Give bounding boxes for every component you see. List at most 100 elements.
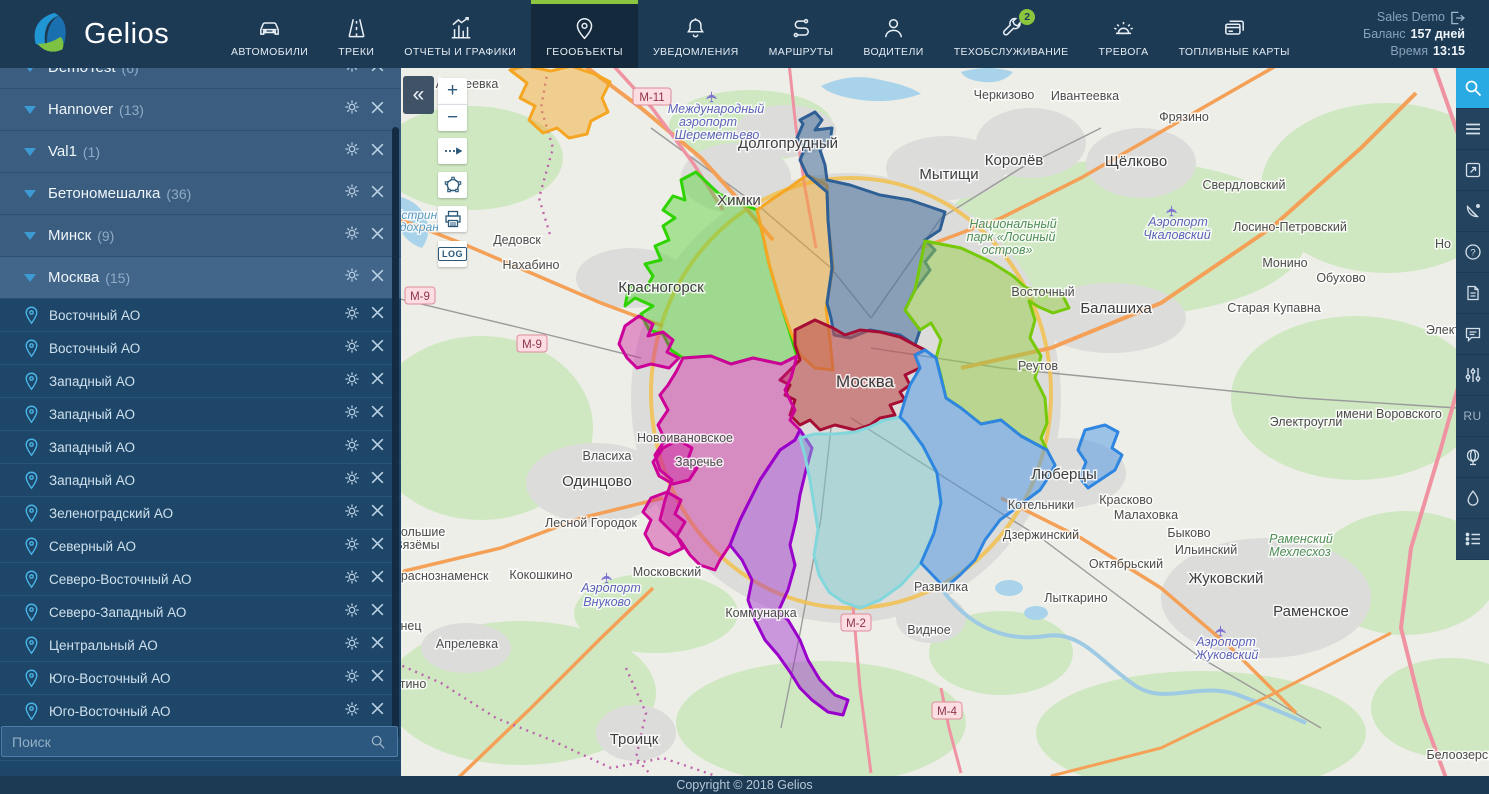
gear-icon[interactable]	[343, 601, 361, 624]
nav-item-alarm[interactable]: ТРЕВОГА	[1084, 0, 1164, 68]
collapse-sidebar-button[interactable]: «	[403, 76, 434, 114]
zoom-in-button[interactable]: +	[438, 78, 467, 104]
zoom-out-button[interactable]: −	[438, 104, 467, 131]
expand-triangle-icon[interactable]	[24, 68, 36, 72]
close-icon[interactable]	[370, 668, 385, 688]
nav-item-wrench[interactable]: ТЕХОБСЛУЖИВАНИЕ2	[939, 0, 1084, 68]
document-tool-button[interactable]	[1456, 273, 1489, 314]
geoobject-row[interactable]: Северо-Восточный АО	[0, 563, 401, 596]
filters-tool-button[interactable]	[1456, 355, 1489, 396]
close-icon[interactable]	[370, 569, 385, 589]
close-icon[interactable]	[370, 68, 385, 78]
nav-item-car[interactable]: АВТОМОБИЛИ	[216, 0, 323, 68]
geoobject-row[interactable]: Западный АО	[0, 431, 401, 464]
expand-triangle-icon[interactable]	[24, 274, 36, 282]
sidebar-scrollbar[interactable]	[392, 127, 399, 739]
group-row[interactable]: DemoTest(6)	[0, 68, 401, 89]
language-button[interactable]: RU	[1456, 396, 1489, 437]
gear-icon[interactable]	[343, 266, 361, 289]
draw-polygon-button[interactable]	[438, 172, 467, 198]
close-icon[interactable]	[370, 701, 385, 721]
geoobject-row[interactable]: Зеленоградский АО	[0, 497, 401, 530]
gear-icon[interactable]	[343, 403, 361, 426]
close-icon[interactable]	[370, 142, 385, 162]
nav-item-driver[interactable]: ВОДИТЕЛИ	[848, 0, 938, 68]
search-tool-button[interactable]	[1456, 68, 1489, 109]
measure-distance-button[interactable]	[438, 138, 467, 164]
close-icon[interactable]	[370, 100, 385, 120]
search-input[interactable]	[2, 734, 370, 750]
help-tool-button[interactable]: ?	[1456, 232, 1489, 273]
close-icon[interactable]	[370, 503, 385, 523]
nav-item-road[interactable]: ТРЕКИ	[323, 0, 389, 68]
group-row[interactable]: Бетономешалка(36)	[0, 173, 401, 215]
app-logo[interactable]: Gelios	[0, 0, 216, 68]
expand-tool-button[interactable]	[1456, 150, 1489, 191]
close-icon[interactable]	[370, 602, 385, 622]
group-row[interactable]: Минск(9)	[0, 215, 401, 257]
group-row[interactable]: Hannover(13)	[0, 89, 401, 131]
gear-icon[interactable]	[343, 98, 361, 121]
expand-triangle-icon[interactable]	[24, 106, 36, 114]
gear-icon[interactable]	[343, 140, 361, 163]
gear-icon[interactable]	[343, 634, 361, 657]
gear-icon[interactable]	[343, 304, 361, 327]
globe-tool-button[interactable]	[1456, 437, 1489, 478]
map[interactable]: ✈✈✈✈ МоскваДолгопрудныйКоролёвМытищиЩёлк…	[401, 68, 1489, 776]
expand-triangle-icon[interactable]	[24, 190, 36, 198]
geoobject-row[interactable]: Восточный АО	[0, 299, 401, 332]
geoobject-row[interactable]: Западный АО	[0, 398, 401, 431]
satellite-tool-button[interactable]	[1456, 191, 1489, 232]
gear-icon[interactable]	[343, 182, 361, 205]
group-row[interactable]: Val1(1)	[0, 131, 401, 173]
geoobject-row[interactable]: Центральный АО	[0, 629, 401, 662]
nav-item-bell[interactable]: УВЕДОМЛЕНИЯ	[638, 0, 754, 68]
print-button[interactable]	[438, 206, 467, 232]
gear-icon[interactable]	[343, 224, 361, 247]
geoobject-row[interactable]: Юго-Восточный АО	[0, 695, 401, 728]
expand-triangle-icon[interactable]	[24, 148, 36, 156]
gear-icon[interactable]	[343, 370, 361, 393]
close-icon[interactable]	[370, 371, 385, 391]
nav-item-route[interactable]: МАРШРУТЫ	[754, 0, 849, 68]
close-icon[interactable]	[370, 536, 385, 556]
close-icon[interactable]	[370, 437, 385, 457]
nav-item-cards[interactable]: ТОПЛИВНЫЕ КАРТЫ	[1164, 0, 1305, 68]
gear-icon[interactable]	[343, 469, 361, 492]
map-canvas[interactable]: ✈✈✈✈ МоскваДолгопрудныйКоролёвМытищиЩёлк…	[401, 68, 1489, 776]
close-icon[interactable]	[370, 470, 385, 490]
menu-tool-button[interactable]	[1456, 109, 1489, 150]
search-icon[interactable]	[370, 734, 397, 749]
geoobject-row[interactable]: Северо-Западный АО	[0, 596, 401, 629]
geoobject-row[interactable]: Западный АО	[0, 365, 401, 398]
geoobject-row[interactable]: Западный АО	[0, 464, 401, 497]
gear-icon[interactable]	[343, 68, 361, 79]
close-icon[interactable]	[370, 184, 385, 204]
gear-icon[interactable]	[343, 502, 361, 525]
list-tool-button[interactable]	[1456, 519, 1489, 560]
nav-item-pin[interactable]: ГЕООБЪЕКТЫ	[531, 0, 638, 68]
gear-icon[interactable]	[343, 436, 361, 459]
close-icon[interactable]	[370, 404, 385, 424]
geoobject-row[interactable]: Юго-Восточный АО	[0, 662, 401, 695]
logout-icon[interactable]	[1450, 11, 1465, 25]
close-icon[interactable]	[370, 338, 385, 358]
geoobject-name: Восточный АО	[49, 341, 140, 356]
chat-tool-button[interactable]	[1456, 314, 1489, 355]
droplet-tool-button[interactable]	[1456, 478, 1489, 519]
log-button[interactable]: LOG	[438, 241, 467, 267]
geoobject-row[interactable]: Северный АО	[0, 530, 401, 563]
nav-item-chart[interactable]: ОТЧЕТЫ И ГРАФИКИ	[389, 0, 531, 68]
geoobject-row[interactable]: Восточный АО	[0, 332, 401, 365]
gear-icon[interactable]	[343, 535, 361, 558]
gear-icon[interactable]	[343, 568, 361, 591]
close-icon[interactable]	[370, 268, 385, 288]
group-row[interactable]: Москва(15)	[0, 257, 401, 299]
close-icon[interactable]	[370, 226, 385, 246]
gear-icon[interactable]	[343, 337, 361, 360]
gear-icon[interactable]	[343, 700, 361, 723]
close-icon[interactable]	[370, 305, 385, 325]
close-icon[interactable]	[370, 635, 385, 655]
expand-triangle-icon[interactable]	[24, 232, 36, 240]
gear-icon[interactable]	[343, 667, 361, 690]
